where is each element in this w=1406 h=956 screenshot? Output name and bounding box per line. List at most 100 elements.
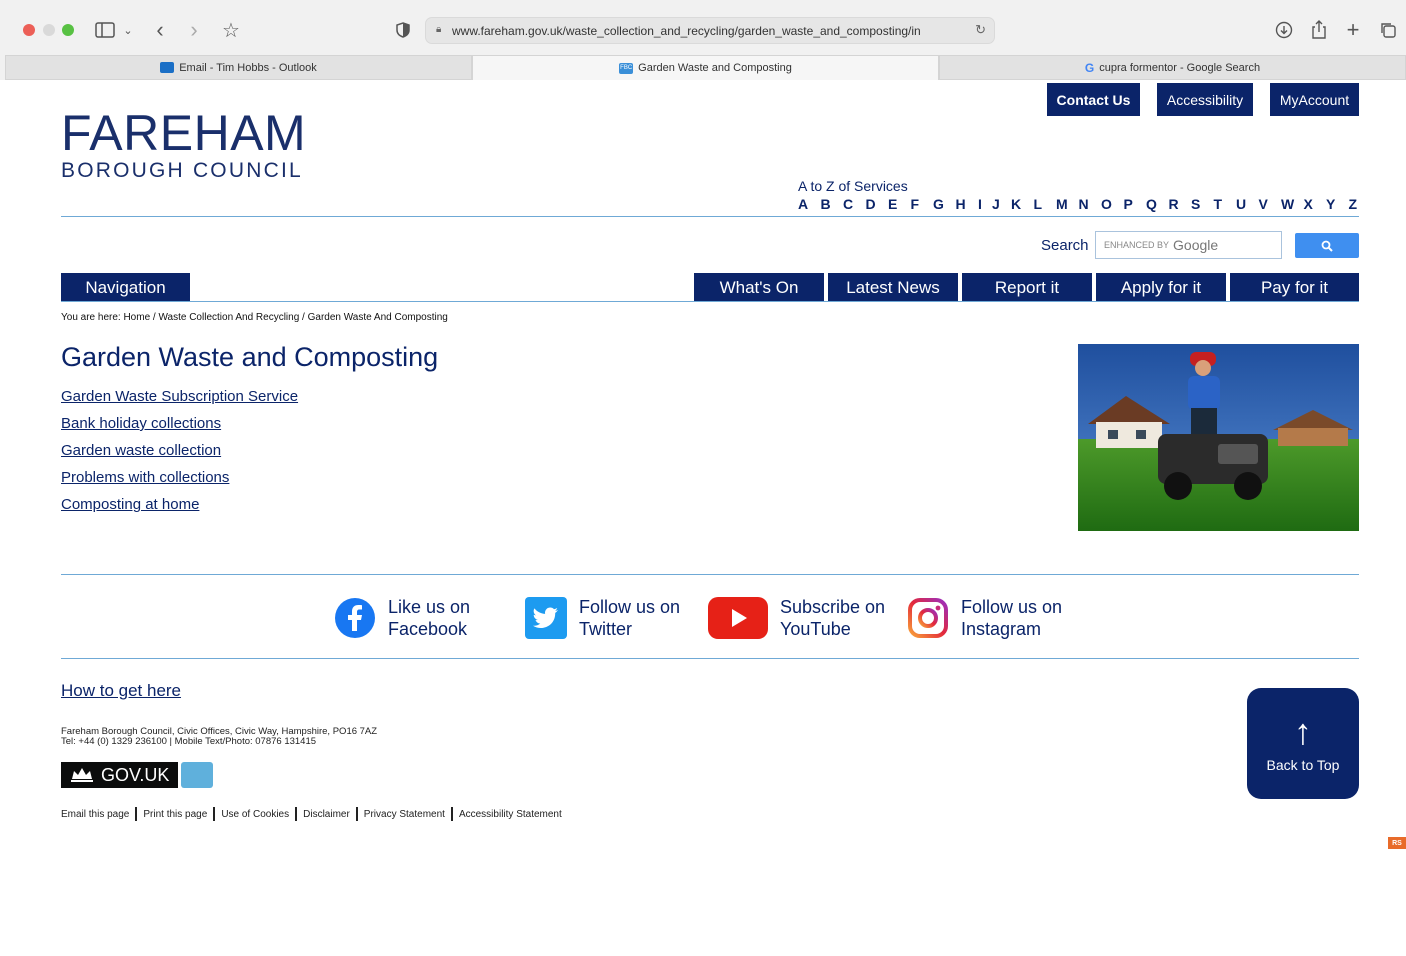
close-window-button[interactable]	[23, 24, 35, 36]
az-letter-k[interactable]: K	[1011, 196, 1034, 212]
link-problems-with-collections[interactable]: Problems with collections	[61, 469, 298, 496]
youtube-link[interactable]: Subscribe on YouTube	[708, 595, 890, 640]
council-address: Fareham Borough Council, Civic Offices, …	[61, 727, 377, 747]
footer-link-print[interactable]: Print this page	[143, 809, 207, 820]
facebook-line1: Like us on	[388, 596, 471, 617]
a-to-z-label[interactable]: A to Z of Services	[798, 178, 1371, 194]
az-letter-u[interactable]: U	[1236, 196, 1259, 212]
footer-separator	[355, 807, 358, 821]
phone-line: Tel: +44 (0) 1329 236100 | Mobile Text/P…	[61, 736, 317, 747]
social-divider-bottom	[61, 658, 1359, 659]
az-letter-z[interactable]: Z	[1349, 196, 1372, 212]
az-letter-f[interactable]: F	[911, 196, 934, 212]
tab-overview-icon[interactable]	[1377, 16, 1399, 44]
az-letter-y[interactable]: Y	[1326, 196, 1349, 212]
footer-link-privacy[interactable]: Privacy Statement	[364, 809, 445, 820]
sidebar-icon[interactable]	[94, 16, 116, 44]
az-letter-l[interactable]: L	[1034, 196, 1057, 212]
outlook-icon	[160, 62, 175, 73]
az-letter-i[interactable]: I	[978, 196, 992, 212]
az-letter-o[interactable]: O	[1101, 196, 1124, 212]
footer-link-disclaimer[interactable]: Disclaimer	[303, 809, 350, 820]
youtube-line2: YouTube	[780, 618, 851, 639]
az-letter-h[interactable]: H	[956, 196, 979, 212]
contact-us-button[interactable]: Contact Us	[1047, 83, 1140, 116]
instagram-icon	[908, 597, 948, 638]
link-composting-at-home[interactable]: Composting at home	[61, 496, 298, 523]
az-letter-q[interactable]: Q	[1146, 196, 1169, 212]
minimize-window-button[interactable]	[43, 24, 55, 36]
az-letter-g[interactable]: G	[933, 196, 956, 212]
download-icon[interactable]	[1273, 16, 1295, 44]
navigation-button[interactable]: Navigation	[61, 273, 190, 302]
facebook-link[interactable]: Like us on Facebook	[334, 595, 498, 640]
az-letter-c[interactable]: C	[843, 196, 866, 212]
az-letter-p[interactable]: P	[1124, 196, 1147, 212]
reload-icon[interactable]: ↻	[975, 22, 986, 38]
nav-pay-for-it[interactable]: Pay for it	[1230, 273, 1359, 302]
search-button[interactable]	[1295, 233, 1359, 258]
search-input[interactable]: ENHANCED BY Google	[1095, 231, 1282, 259]
back-to-top-button[interactable]: ↑ Back to Top	[1247, 688, 1359, 799]
footer-link-accessibility[interactable]: Accessibility Statement	[459, 809, 562, 820]
az-letter-d[interactable]: D	[866, 196, 889, 212]
az-letter-a[interactable]: A	[798, 196, 821, 212]
tab-google-search[interactable]: G cupra formentor - Google Search	[939, 55, 1406, 80]
chevron-down-icon[interactable]: ⌄	[121, 16, 135, 44]
zoom-window-button[interactable]	[62, 24, 74, 36]
nav-whats-on[interactable]: What's On	[694, 273, 824, 302]
az-letter-b[interactable]: B	[821, 196, 844, 212]
link-garden-waste-subscription[interactable]: Garden Waste Subscription Service	[61, 388, 298, 415]
social-divider-top	[61, 574, 1359, 575]
a-to-z-services: A to Z of Services ABCDEFGHIJKLMNOPQRSTU…	[798, 178, 1371, 212]
az-letter-e[interactable]: E	[888, 196, 911, 212]
instagram-link[interactable]: Follow us on Instagram	[907, 595, 1071, 640]
nav-latest-news[interactable]: Latest News	[828, 273, 958, 302]
new-tab-icon[interactable]: +	[1343, 16, 1363, 44]
nav-report-it[interactable]: Report it	[962, 273, 1092, 302]
myaccount-button[interactable]: MyAccount	[1270, 83, 1359, 116]
nav-underline	[61, 301, 1359, 302]
share-icon[interactable]	[1308, 16, 1330, 44]
secondary-badge-icon[interactable]	[181, 762, 213, 788]
footer-separator	[450, 807, 453, 821]
accessibility-button[interactable]: Accessibility	[1157, 83, 1253, 116]
tab-outlook[interactable]: Email - Tim Hobbs - Outlook	[5, 55, 472, 80]
link-bank-holiday-collections[interactable]: Bank holiday collections	[61, 415, 298, 442]
web-page: FAREHAM BOROUGH COUNCIL Contact Us Acces…	[5, 80, 1406, 956]
search-placeholder-small: ENHANCED BY	[1104, 240, 1170, 250]
az-letter-m[interactable]: M	[1056, 196, 1079, 212]
az-letter-x[interactable]: X	[1304, 196, 1327, 212]
forward-icon[interactable]: ›	[184, 16, 204, 44]
az-letter-t[interactable]: T	[1214, 196, 1237, 212]
twitter-link[interactable]: Follow us on Twitter	[525, 595, 689, 640]
how-to-get-here-link[interactable]: How to get here	[61, 681, 181, 701]
az-letter-s[interactable]: S	[1191, 196, 1214, 212]
search-label: Search	[1041, 237, 1089, 254]
az-letter-v[interactable]: V	[1259, 196, 1282, 212]
footer-link-email[interactable]: Email this page	[61, 809, 129, 820]
lawn-mowing-photo	[1078, 344, 1359, 531]
az-letter-j[interactable]: J	[992, 196, 1011, 212]
address-bar[interactable]: 🔒︎ www.fareham.gov.uk/waste_collection_a…	[425, 17, 995, 44]
logo-title: FAREHAM	[61, 105, 307, 161]
az-letter-n[interactable]: N	[1079, 196, 1102, 212]
govuk-logo[interactable]: GOV.UK	[61, 762, 178, 788]
lock-icon: 🔒︎	[436, 24, 442, 35]
az-letter-r[interactable]: R	[1169, 196, 1192, 212]
tab-garden-waste[interactable]: FBC Garden Waste and Composting	[472, 55, 939, 80]
fareham-logo[interactable]: FAREHAM BOROUGH COUNCIL	[61, 107, 306, 183]
footer-link-cookies[interactable]: Use of Cookies	[221, 809, 289, 820]
logo-subtitle: BOROUGH COUNCIL	[61, 159, 303, 182]
bookmark-star-icon[interactable]: ☆	[220, 16, 242, 44]
az-letter-w[interactable]: W	[1281, 196, 1304, 212]
nav-apply-for-it[interactable]: Apply for it	[1096, 273, 1226, 302]
service-links: Garden Waste Subscription Service Bank h…	[61, 388, 298, 523]
rs-badge[interactable]: RS	[1388, 837, 1406, 849]
link-garden-waste-collection[interactable]: Garden waste collection	[61, 442, 298, 469]
twitter-icon	[525, 596, 567, 639]
url-text: www.fareham.gov.uk/waste_collection_and_…	[452, 23, 921, 38]
back-icon[interactable]: ‹	[150, 16, 170, 44]
back-to-top-label: Back to Top	[1266, 756, 1340, 773]
privacy-shield-icon[interactable]	[393, 16, 413, 44]
